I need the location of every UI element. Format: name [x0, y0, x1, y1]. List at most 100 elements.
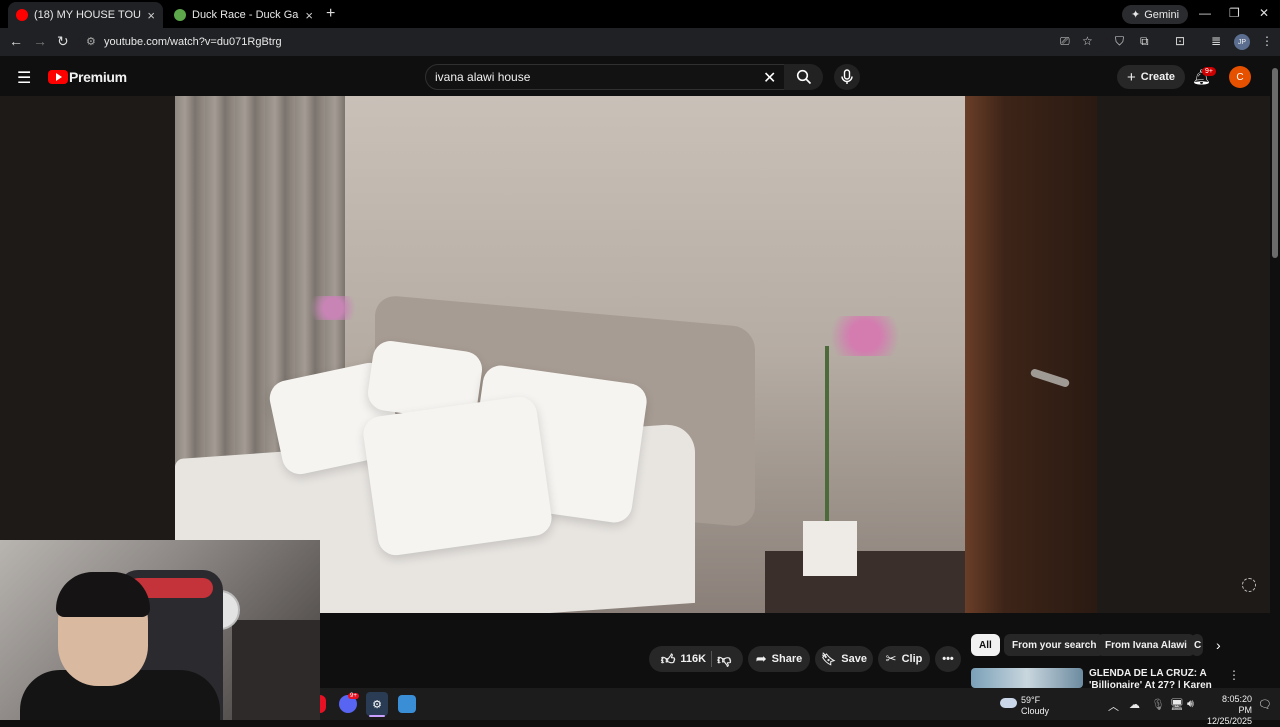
chip-from-ivana-alawi[interactable]: From Ivana Alawi — [1097, 634, 1195, 656]
tab-duck-race[interactable]: Duck Race - Duck Games × — [166, 2, 321, 28]
create-label: Create — [1140, 71, 1176, 83]
url-text: youtube.com/watch?v=du071RgBtrg — [104, 36, 282, 48]
recommendation-title[interactable]: GLENDA DE LA CRUZ: A 'Billionaire' At 27… — [1089, 668, 1224, 688]
thumbs-up-icon[interactable]: 👍︎ — [661, 651, 676, 668]
video-flower-pot — [803, 521, 857, 576]
webcam-shelf — [232, 620, 320, 720]
chevron-right-icon[interactable]: › — [1216, 637, 1221, 653]
loading-spinner-icon — [1242, 578, 1256, 592]
gemini-button[interactable]: ✦ Gemini — [1122, 5, 1189, 24]
duck-games-icon — [174, 9, 186, 21]
steam-icon[interactable]: ⚙ — [366, 692, 388, 716]
video-door — [965, 96, 1097, 613]
share-label: Share — [771, 653, 803, 665]
video-orchid — [303, 296, 363, 320]
premium-logo-text[interactable]: Premium — [69, 69, 127, 85]
account-avatar[interactable]: C — [1229, 66, 1251, 88]
tab-search-icon[interactable]: ⊡ — [1175, 34, 1185, 48]
notepad-icon[interactable] — [398, 695, 416, 713]
search-button[interactable] — [784, 64, 823, 90]
site-info-icon[interactable]: ⚙ — [86, 35, 96, 48]
clip-label: Clip — [901, 653, 923, 665]
search-icon — [796, 69, 811, 85]
microphone-tray-icon[interactable]: 🎙︎ — [1151, 698, 1165, 711]
share-arrow-icon: ➦ — [755, 651, 767, 666]
like-count[interactable]: 116K — [680, 653, 706, 665]
youtube-logo-icon[interactable] — [48, 70, 68, 84]
youtube-icon — [16, 9, 28, 21]
bookmark-star-icon[interactable]: ☆ — [1082, 34, 1093, 48]
avatar-initial: C — [1236, 71, 1244, 83]
media-control-icon[interactable]: ≣ — [1211, 34, 1221, 48]
video-pillow — [361, 394, 554, 558]
gemini-label: Gemini — [1144, 8, 1180, 21]
hamburger-menu-icon[interactable]: ☰ — [17, 68, 31, 88]
video-orchid — [820, 316, 910, 356]
chip-truncated[interactable]: C — [1191, 634, 1203, 656]
clock-date: 12/25/2025 — [1207, 716, 1253, 726]
tab-title: Duck Race - Duck Games — [192, 9, 299, 21]
like-dislike-group[interactable]: 👍︎ 116K 👎︎ — [649, 646, 743, 672]
profile-avatar[interactable]: JP — [1234, 34, 1250, 50]
more-horizontal-icon: ••• — [942, 653, 954, 665]
chip-from-your-search[interactable]: From your search — [1004, 634, 1105, 656]
minimize-icon[interactable]: — — [1199, 6, 1211, 20]
video-nightstand — [765, 551, 965, 613]
more-actions-button[interactable]: ••• — [935, 646, 961, 672]
tab-youtube[interactable]: (18) MY HOUSE TOUR! | IVANA × — [8, 2, 163, 28]
system-clock[interactable]: 8:05:20 PM 12/25/2025 — [1207, 694, 1252, 727]
discord-badge: 9+ — [348, 693, 359, 699]
volume-icon[interactable]: 🔊︎ — [1187, 698, 1194, 711]
save-label: Save — [841, 653, 867, 665]
close-window-icon[interactable]: ✕ — [1259, 6, 1269, 20]
restore-icon[interactable]: ❐ — [1229, 6, 1240, 20]
notification-center-icon[interactable]: 🗨︎ — [1258, 698, 1272, 711]
search-value: ivana alawi house — [435, 70, 531, 84]
onedrive-icon[interactable]: ☁ — [1129, 698, 1140, 711]
cloudy-weather-icon — [1000, 698, 1017, 708]
voice-search-button[interactable] — [834, 64, 860, 90]
clock-time: 8:05:20 PM — [1221, 694, 1252, 715]
microphone-icon — [841, 69, 853, 84]
save-button[interactable]: 🔖︎ Save — [815, 646, 873, 672]
back-icon[interactable]: ← — [9, 33, 23, 49]
scissors-icon: ✂ — [885, 651, 897, 666]
install-app-icon[interactable]: ⎚ — [1060, 34, 1070, 49]
recommendation-thumbnail[interactable] — [971, 668, 1083, 688]
scrollbar-thumb[interactable] — [1272, 68, 1278, 258]
steam-glyph-icon: ⚙ — [372, 698, 382, 711]
url-field[interactable]: youtube.com/watch?v=du071RgBtrg — [78, 32, 1108, 52]
close-tab-icon[interactable]: × — [305, 8, 313, 23]
tab-title: (18) MY HOUSE TOUR! | IVANA — [34, 9, 141, 21]
weather-temp: 59°F — [1021, 695, 1041, 705]
profile-initials: JP — [1237, 38, 1247, 46]
shield-extension-icon[interactable]: ⛉ — [1115, 34, 1124, 49]
video-frame-bedroom[interactable] — [175, 96, 1097, 613]
video-orchid-stem — [825, 346, 829, 526]
weather-widget[interactable]: 59°F Cloudy — [1021, 695, 1049, 717]
close-tab-icon[interactable]: × — [147, 8, 155, 23]
clip-button[interactable]: ✂ Clip — [878, 646, 930, 672]
create-button[interactable]: + Create — [1117, 65, 1186, 89]
like-divider — [711, 651, 713, 667]
notification-count-badge: 9+ — [1202, 67, 1216, 76]
webcam-overlay — [0, 540, 320, 720]
new-tab-button[interactable]: + — [326, 5, 335, 23]
share-button[interactable]: ➦ Share — [748, 646, 810, 672]
reload-icon[interactable]: ↻ — [57, 33, 69, 50]
thumbs-down-icon[interactable]: 👎︎ — [717, 651, 731, 668]
active-app-indicator — [369, 715, 385, 717]
tray-chevron-up-icon[interactable]: ︿ — [1108, 698, 1119, 714]
network-icon[interactable]: 🖥︎ — [1170, 698, 1184, 711]
search-input[interactable]: ivana alawi house — [425, 64, 785, 90]
chip-all[interactable]: All — [971, 634, 1000, 656]
more-vertical-icon[interactable]: ⋮ — [1228, 668, 1240, 682]
weather-text: Cloudy — [1021, 706, 1050, 716]
bookmark-icon: 🔖︎ — [821, 652, 837, 666]
browser-menu-icon[interactable]: ⋮ — [1261, 34, 1273, 48]
clear-search-icon[interactable]: ✕ — [763, 68, 776, 88]
sparkle-icon: ✦ — [1131, 9, 1141, 21]
forward-icon[interactable]: → — [33, 33, 47, 49]
extensions-icon[interactable]: ⧉ — [1140, 34, 1149, 49]
plus-icon: + — [1127, 68, 1136, 86]
